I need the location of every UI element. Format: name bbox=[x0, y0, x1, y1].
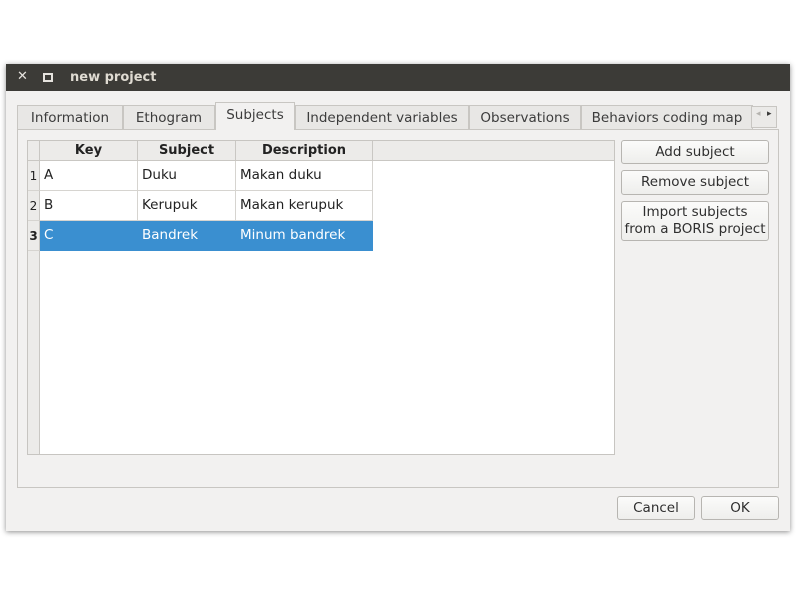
project-dialog: ✕ new project Information Ethogram Subje… bbox=[6, 64, 790, 531]
tab-independent-variables[interactable]: Independent variables bbox=[295, 105, 469, 129]
title-bar: ✕ new project bbox=[6, 64, 790, 91]
tab-scroll-arrows: ◂ ▸ bbox=[751, 106, 777, 128]
table-cell-key-selected[interactable]: C bbox=[40, 221, 138, 251]
tab-ethogram[interactable]: Ethogram bbox=[123, 105, 215, 129]
table-cell-subject-name[interactable]: Duku bbox=[138, 161, 236, 191]
tab-behaviors-coding-map[interactable]: Behaviors coding map bbox=[581, 105, 753, 129]
column-header-key[interactable]: Key bbox=[40, 141, 138, 161]
row-header-selected[interactable]: 3 bbox=[28, 221, 40, 251]
chevron-right-icon[interactable]: ▸ bbox=[767, 109, 772, 119]
column-header-description[interactable]: Description bbox=[236, 141, 373, 161]
header-filler bbox=[373, 141, 614, 161]
table-cell-description[interactable]: Makan duku bbox=[236, 161, 373, 191]
import-subjects-button[interactable]: Import subjects from a BORIS project bbox=[621, 201, 769, 241]
table-cell-key[interactable]: B bbox=[40, 191, 138, 221]
window-title: new project bbox=[70, 70, 157, 85]
import-button-label-line2: from a BORIS project bbox=[624, 221, 766, 237]
column-header-subject-name[interactable]: Subject name bbox=[138, 141, 236, 178]
row-header[interactable]: 1 bbox=[28, 161, 40, 191]
table-cell-description-selected[interactable]: Minum bandrek bbox=[236, 221, 373, 251]
maximize-icon[interactable] bbox=[43, 73, 53, 82]
row-header[interactable]: 2 bbox=[28, 191, 40, 221]
table-cell-subject-name[interactable]: Kerupuk bbox=[138, 191, 236, 221]
tab-subjects[interactable]: Subjects bbox=[215, 102, 295, 130]
tab-bar: Information Ethogram Subjects Independen… bbox=[17, 102, 779, 130]
ok-button[interactable]: OK bbox=[701, 496, 779, 520]
table-corner[interactable] bbox=[28, 141, 40, 161]
tab-information[interactable]: Information bbox=[17, 105, 123, 129]
import-button-label-line1: Import subjects bbox=[642, 204, 748, 220]
tab-observations[interactable]: Observations bbox=[469, 105, 581, 129]
cancel-button[interactable]: Cancel bbox=[617, 496, 695, 520]
add-subject-button[interactable]: Add subject bbox=[621, 140, 769, 164]
table-cell-key[interactable]: A bbox=[40, 161, 138, 191]
remove-subject-button[interactable]: Remove subject bbox=[621, 170, 769, 195]
close-icon[interactable]: ✕ bbox=[17, 69, 28, 84]
subjects-table[interactable]: Key Subject name Description 1 A Duku Ma… bbox=[27, 140, 615, 455]
table-cell-description[interactable]: Makan kerupuk bbox=[236, 191, 373, 221]
table-cell-subject-name-selected[interactable]: Bandrek bbox=[138, 221, 236, 251]
chevron-left-icon[interactable]: ◂ bbox=[756, 109, 761, 119]
